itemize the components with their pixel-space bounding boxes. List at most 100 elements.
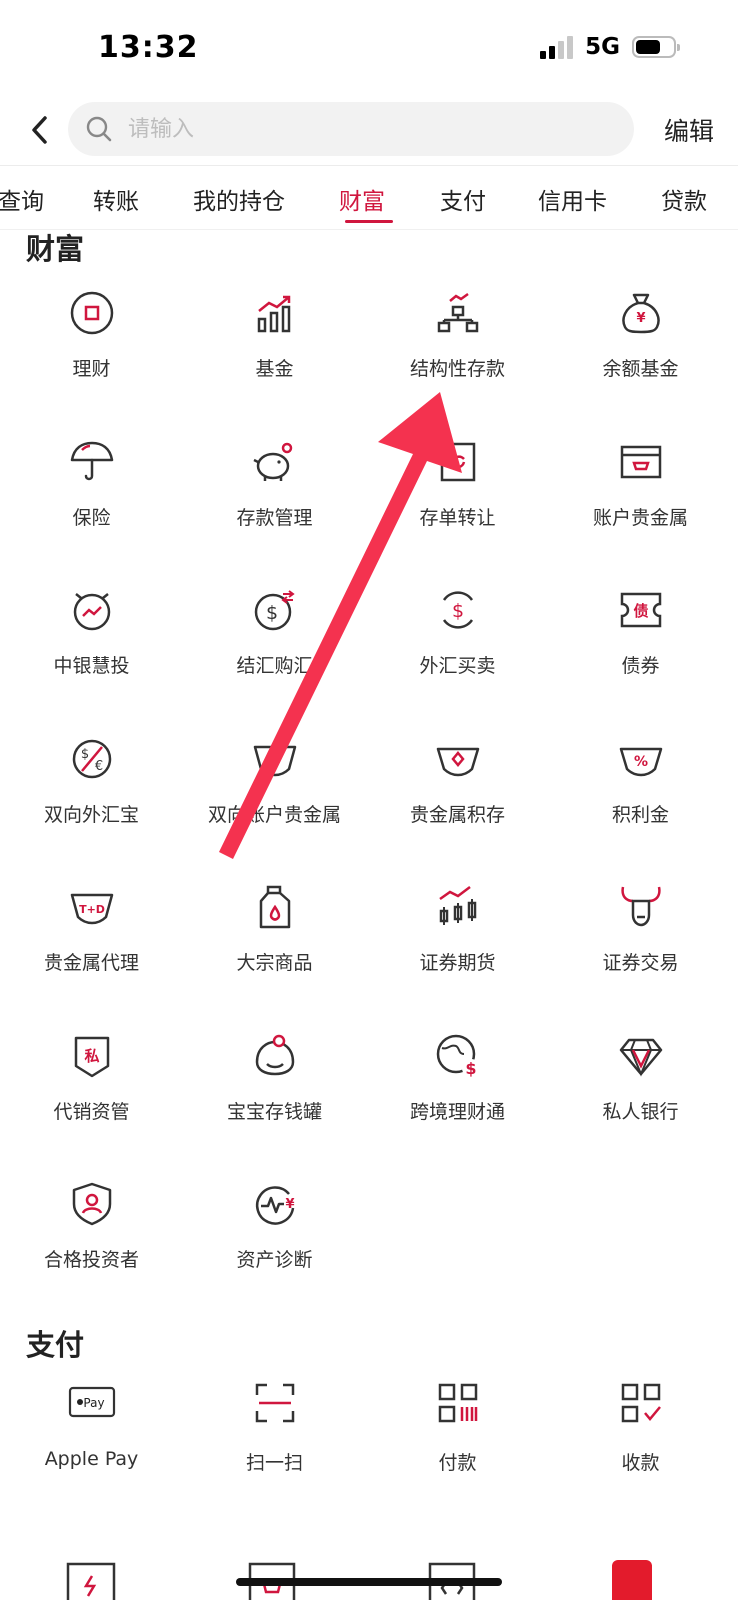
section-title-payment: 支付 (26, 1328, 85, 1362)
grid-item-label: 双向外汇宝 (43, 803, 139, 826)
grid-item-label: 理财 (72, 358, 111, 380)
grid-item-label: 余额基金 (602, 358, 679, 380)
scan-icon (248, 1376, 302, 1430)
grid-item-label: 外汇买卖 (419, 655, 496, 677)
commodity-icon (248, 880, 302, 934)
asset-diagnosis-icon: ¥ (248, 1177, 302, 1231)
grid-item[interactable]: 存款管理 (183, 419, 366, 568)
two-way-metal-icon (248, 732, 302, 786)
metal-accumulation-icon (431, 732, 485, 786)
grid-item-label: 存款管理 (236, 506, 313, 529)
bond-ticket-icon: 债 (614, 583, 668, 637)
wealth-management-icon (65, 286, 119, 340)
deposit-transfer-icon (431, 435, 485, 489)
umbrella-icon (65, 435, 119, 489)
grid-item[interactable]: 宝宝存钱罐 (183, 1013, 366, 1162)
fund-chart-icon (248, 286, 302, 340)
grid-item[interactable]: Pay Apple Pay (0, 1366, 183, 1515)
grid-item-label: 保险 (72, 506, 111, 529)
grid-item[interactable]: $ 跨境理财通 (366, 1013, 549, 1162)
home-indicator[interactable] (236, 1578, 502, 1586)
grid-item[interactable]: 证券交易 (549, 864, 732, 1013)
account-metal-icon (614, 435, 668, 489)
grid-item[interactable]: ¥ 资产诊断 (183, 1161, 366, 1310)
grid-item-label: 账户贵金属 (592, 506, 688, 529)
tab-payment[interactable]: 支付 (440, 182, 486, 216)
grid-item[interactable]: 存单转让 (366, 419, 549, 568)
search-bar[interactable] (68, 102, 634, 156)
grid-item[interactable]: $ € 双向外汇宝 (0, 716, 183, 865)
grid-item-label: 结汇购汇 (236, 655, 313, 677)
interest-gold-icon: % (614, 732, 668, 786)
grid-item[interactable]: 中银慧投 (0, 567, 183, 716)
tab-credit-card[interactable]: 信用卡 (538, 182, 607, 216)
grid-item[interactable]: 账户贵金属 (549, 419, 732, 568)
tab-loan[interactable]: 贷款 (661, 182, 707, 216)
wealth-grid: 理财 基金 结构性存款 ¥ 余额基金 保险 存款管理 存单转让 账户贵金属 中银… (0, 270, 738, 1310)
grid-item-label: 双向账户贵金属 (207, 803, 341, 826)
grid-item[interactable]: 证券期货 (366, 864, 549, 1013)
investor-shield-icon (65, 1177, 119, 1231)
grid-item[interactable]: 债 债券 (549, 567, 732, 716)
grid-item-label: 基金 (255, 358, 294, 380)
grid-item[interactable]: $ 外汇买卖 (366, 567, 549, 716)
battery-icon (632, 36, 680, 58)
grid-item-label: 合格投资者 (43, 1249, 139, 1271)
grid-item[interactable]: 合格投资者 (0, 1161, 183, 1310)
grid-item[interactable]: 付款 (366, 1366, 549, 1515)
diamond-icon (614, 1029, 668, 1083)
tab-holdings[interactable]: 我的持仓 (193, 182, 285, 216)
grid-item[interactable]: 贵金属积存 (366, 716, 549, 865)
grid-item[interactable]: 收款 (549, 1366, 732, 1515)
tab-query[interactable]: 查询 (0, 182, 44, 216)
grid-item[interactable]: 基金 (183, 270, 366, 419)
status-bar: 13:32 5G (0, 0, 738, 100)
grid-item[interactable]: 私 代销资管 (0, 1013, 183, 1162)
grid-item-label: 贵金属积存 (409, 803, 505, 826)
securities-futures-icon (431, 880, 485, 934)
grid-item[interactable]: 结构性存款 (366, 270, 549, 419)
svg-text:$: $ (451, 600, 463, 622)
svg-text:T+D: T+D (79, 903, 105, 916)
svg-text:¥: ¥ (285, 1197, 294, 1212)
grid-item-label: 积利金 (611, 803, 669, 826)
back-button[interactable] (20, 110, 60, 150)
grid-item[interactable]: T+D 贵金属代理 (0, 864, 183, 1013)
grid-item[interactable]: 私人银行 (549, 1013, 732, 1162)
chevron-left-icon (32, 116, 47, 144)
money-bag-icon: ¥ (614, 286, 668, 340)
svg-text:Pay: Pay (83, 1396, 104, 1410)
structured-deposit-icon (431, 286, 485, 340)
search-icon (84, 114, 114, 144)
edit-button[interactable]: 编辑 (664, 112, 714, 148)
search-input[interactable] (126, 115, 550, 143)
grid-item[interactable]: $ 结汇购汇 (183, 567, 366, 716)
grid-item-label: Apple Pay (44, 1448, 139, 1470)
top-bar: 编辑 (0, 100, 738, 162)
svg-text:%: % (633, 754, 647, 770)
grid-item[interactable]: 双向账户贵金属 (183, 716, 366, 865)
grid-item-label: 债券 (621, 655, 660, 677)
grid-item-label: 私人银行 (602, 1100, 679, 1123)
tab-transfer[interactable]: 转账 (93, 182, 139, 216)
status-indicators: 5G (540, 34, 680, 60)
grid-item-label: 中银慧投 (53, 655, 130, 677)
svg-text:债: 债 (633, 602, 648, 620)
smart-invest-icon (65, 583, 119, 637)
grid-item-label: 证券交易 (602, 952, 679, 974)
grid-item[interactable]: 理财 (0, 270, 183, 419)
network-type: 5G (585, 34, 620, 60)
grid-item-label: 付款 (438, 1452, 477, 1474)
bull-icon (614, 880, 668, 934)
grid-item[interactable]: ¥ 余额基金 (549, 270, 732, 419)
grid-item[interactable]: % 积利金 (549, 716, 732, 865)
grid-item-label: 宝宝存钱罐 (226, 1100, 322, 1123)
tab-wealth[interactable]: 财富 (339, 182, 385, 216)
grid-item-label: 贵金属代理 (43, 952, 139, 974)
svg-text:私: 私 (83, 1047, 99, 1065)
grid-item[interactable]: 扫一扫 (183, 1366, 366, 1515)
svg-text:$: $ (80, 747, 88, 762)
svg-text:¥: ¥ (636, 311, 645, 326)
grid-item[interactable]: 保险 (0, 419, 183, 568)
grid-item[interactable]: 大宗商品 (183, 864, 366, 1013)
